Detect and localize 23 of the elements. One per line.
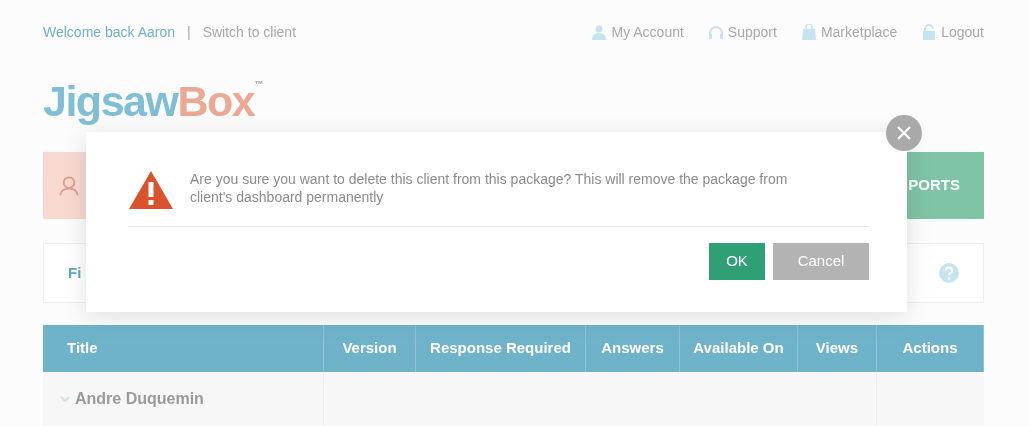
filter-label: Fi (68, 262, 82, 283)
padlock-icon (921, 24, 938, 40)
logo: JigsawBox™ (43, 80, 262, 123)
headset-icon (707, 24, 724, 40)
chevron-icon[interactable] (59, 393, 71, 405)
nav-link[interactable]: Marketplace (800, 21, 898, 43)
close-icon (897, 126, 911, 140)
dialog-message: Are you sure you want to delete this client from this package? This will remove the package from client's dashboard permanently (190, 170, 789, 206)
shopping-bag-icon (800, 24, 817, 40)
row-title: Andre Duquemin (75, 389, 204, 409)
ok-button[interactable]: OK (709, 243, 765, 280)
close-button[interactable] (886, 115, 922, 151)
user-icon (591, 24, 608, 40)
welcome-text: Welcome back Aaron (43, 22, 176, 42)
help-icon[interactable] (939, 263, 959, 283)
separator: | (187, 22, 191, 42)
person-icon (59, 175, 79, 196)
switch-client-link[interactable]: Switch to client (202, 21, 297, 43)
warning-icon (128, 170, 174, 210)
nav-link[interactable]: Logout (921, 21, 984, 43)
nav-link[interactable]: Support (707, 21, 777, 43)
cancel-button[interactable]: Cancel (773, 243, 869, 280)
nav-link[interactable]: My Account (591, 21, 684, 43)
